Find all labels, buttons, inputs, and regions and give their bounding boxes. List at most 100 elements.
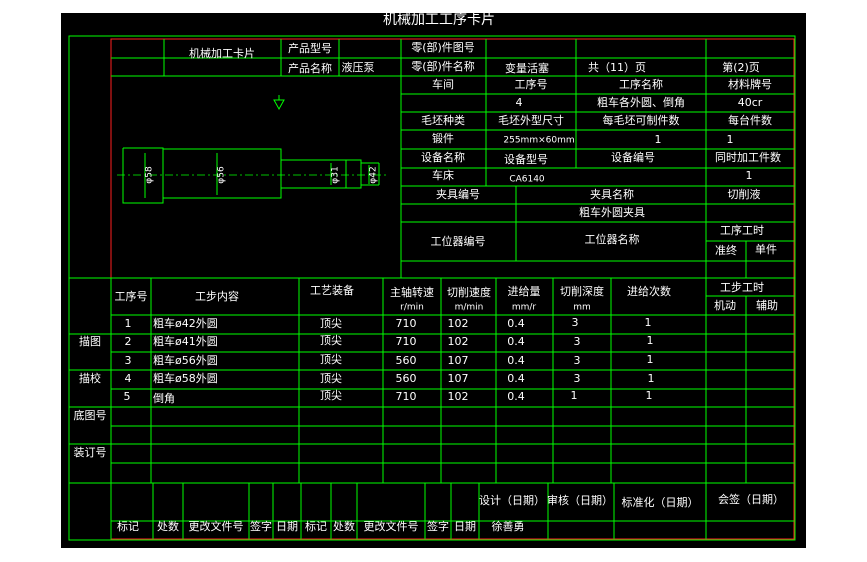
step-passes: 1	[645, 316, 652, 329]
blank-type-label: 毛坯种类	[421, 113, 465, 127]
col-step-no: 工序号	[115, 289, 148, 303]
footer-mark-label: 标记	[117, 519, 139, 533]
dim-phi56: φ56	[217, 166, 227, 184]
step-equipment: 顶尖	[320, 389, 342, 402]
pieces-per-blank: 1	[655, 133, 662, 146]
step-content: 粗车ø56外圆	[153, 353, 218, 367]
station-name-label: 工位器名称	[585, 232, 640, 246]
simul-label: 同时加工件数	[715, 151, 781, 164]
step-speed: 710	[396, 317, 417, 330]
step-speed: 560	[396, 354, 417, 367]
step-depth: 3	[572, 316, 579, 329]
footer-designer-name: 徐善勇	[492, 519, 525, 533]
footer-date-label-2: 日期	[454, 520, 476, 533]
simul: 1	[746, 169, 753, 182]
col-depth-unit: mm	[573, 303, 591, 313]
op-no: 4	[516, 96, 523, 109]
product-model-label: 产品型号	[288, 41, 332, 55]
side-binding-label: 装订号	[74, 446, 107, 459]
col-passes: 进给次数	[627, 284, 671, 298]
footer-signature-label-2: 签字	[427, 519, 449, 533]
footer-sign-label: 会签（日期）	[718, 492, 784, 506]
step-speed: 710	[396, 335, 417, 348]
step-depth: 3	[574, 354, 581, 367]
col-depth: 切削深度	[560, 284, 604, 298]
dim-phi42: φ42	[369, 166, 379, 183]
footer-change-doc-label-2: 更改文件号	[364, 519, 419, 533]
part-drawing-label: 零(部)件图号	[411, 40, 475, 54]
product-name: 液压泵	[342, 60, 375, 74]
step-cut-speed: 102	[448, 335, 469, 348]
step-no: 4	[125, 372, 132, 385]
col-spindle-speed: 主轴转速	[390, 285, 434, 299]
step-passes: 1	[647, 353, 654, 366]
total-pages: 共（11）页	[588, 61, 646, 74]
equip-model-label: 设备型号	[504, 152, 548, 166]
step-cut-speed: 102	[448, 390, 469, 403]
col-equipment: 工艺装备	[310, 283, 354, 297]
step-no: 2	[125, 335, 132, 348]
step-feed: 0.4	[507, 390, 525, 403]
blank-size-label: 毛坯外型尺寸	[498, 113, 564, 127]
step-speed: 710	[396, 390, 417, 403]
step-depth: 1	[571, 389, 578, 402]
col-step-time: 工步工时	[720, 281, 764, 294]
prep-label: 准终	[715, 243, 737, 257]
step-feed: 0.4	[507, 335, 525, 348]
step-row-2: 2 粗车ø41外圆 顶尖 710 102 0.4 3 1	[125, 334, 654, 348]
equip-name-label: 设备名称	[421, 150, 465, 164]
process-card-sheet: 机械加工工序卡片 机械加工卡片 产品型号 产品名称 液压泵 零(部)件图号 零(…	[61, 13, 806, 548]
footer-signature-label: 签字	[250, 519, 272, 533]
fixture-name: 粗车外圆夹具	[579, 205, 645, 219]
step-passes: 1	[646, 389, 653, 402]
col-spindle-speed-unit: r/min	[400, 303, 424, 313]
col-cut-speed-unit: m/min	[455, 303, 484, 313]
step-speed: 560	[396, 372, 417, 385]
col-cut-speed: 切削速度	[447, 285, 491, 299]
step-feed: 0.4	[507, 354, 525, 367]
col-aux-time: 辅助	[756, 298, 778, 312]
part-sketch	[117, 147, 386, 204]
step-equipment: 顶尖	[320, 317, 342, 330]
step-depth: 3	[574, 372, 581, 385]
page-number: 第(2)页	[722, 60, 760, 74]
pieces-per-unit-label: 每台件数	[728, 113, 772, 127]
step-content: 粗车ø42外圆	[153, 316, 218, 330]
material: 40cr	[738, 96, 763, 109]
side-trace-label: 描图	[79, 334, 101, 348]
col-feed-unit: mm/r	[512, 303, 537, 313]
step-passes: 1	[647, 334, 654, 347]
step-equipment: 顶尖	[320, 353, 342, 366]
step-no: 5	[124, 390, 131, 403]
card-name: 机械加工卡片	[189, 46, 255, 60]
surface-roughness-symbol	[273, 99, 285, 111]
step-passes: 1	[648, 372, 655, 385]
step-depth: 3	[574, 335, 581, 348]
footer-design-label: 设计（日期）	[479, 494, 545, 507]
pieces-per-blank-label: 每毛坯可制件数	[603, 113, 680, 127]
equip-model: CA6140	[509, 175, 545, 185]
footer-review-label: 审核（日期）	[547, 493, 613, 507]
footer-standard-label: 标准化（日期）	[622, 495, 699, 509]
col-feed: 进给量	[508, 285, 541, 298]
dim-phi31: φ31	[331, 166, 341, 183]
side-check-label: 描校	[79, 371, 101, 385]
part-name: 变量活塞	[505, 61, 549, 75]
step-content: 粗车ø58外圆	[153, 371, 218, 385]
col-step-content: 工步内容	[195, 289, 239, 303]
step-row-1: 1 粗车ø42外圆 顶尖 710 102 0.4 3 1	[125, 316, 652, 330]
blank-size: 255mm×60mm	[503, 136, 574, 146]
card-title: 机械加工工序卡片	[383, 13, 495, 28]
step-feed: 0.4	[507, 372, 525, 385]
step-cut-speed: 102	[448, 317, 469, 330]
process-card-drawing: 机械加工工序卡片 机械加工卡片 产品型号 产品名称 液压泵 零(部)件图号 零(…	[68, 13, 796, 541]
footer-count-label-2: 处数	[333, 520, 355, 533]
station-no-label: 工位器编号	[431, 234, 486, 248]
footer-date-label: 日期	[276, 520, 298, 533]
blank-type: 锻件	[432, 131, 454, 145]
footer-mark-label-2: 标记	[305, 519, 327, 533]
col-machine-time: 机动	[714, 298, 736, 312]
material-label: 材料牌号	[728, 77, 772, 91]
fixture-no-label: 夹具编号	[436, 187, 480, 201]
step-equipment: 顶尖	[320, 372, 342, 385]
